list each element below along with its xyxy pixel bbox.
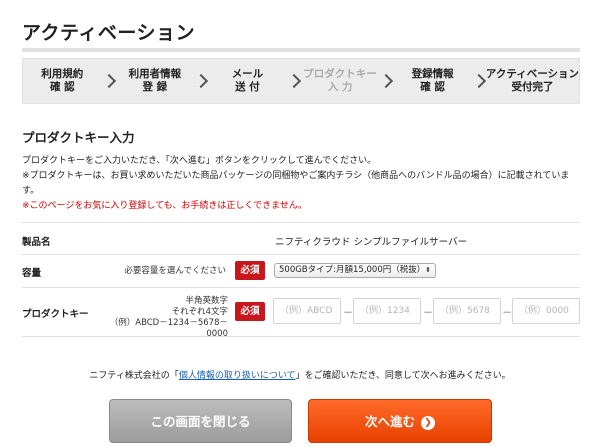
key-input-4[interactable]: （例）0000 [512, 298, 580, 324]
page-title: アクティベーション [22, 22, 196, 44]
arrow-right-circle-icon: ❯ [421, 415, 435, 430]
capacity-label: 容量 [22, 268, 42, 279]
instruction-line: プロダクトキーをご入力いただき、「次へ進む」ボタンをクリックして進んでください。 [22, 156, 377, 166]
privacy-notice: ニフティ株式会社の「個人情報の取り扱いについて」をご確認いただき、同意して次へお… [0, 368, 600, 381]
divider [22, 336, 580, 337]
required-badge: 必須 [235, 302, 265, 321]
chevron-right-icon [379, 73, 394, 89]
product-label: 製品名 [22, 237, 51, 248]
capacity-select[interactable]: 500GBタイプ:月額15,000円（税抜） ⬍ [274, 263, 436, 278]
key-input-2[interactable]: （例）1234 [353, 298, 421, 324]
step-confirm: 登録情報確 認 [411, 68, 454, 93]
chevron-right-icon [101, 73, 116, 89]
instructions: プロダクトキーをご入力いただき、「次へ進む」ボタンをクリックして進んでください。… [22, 154, 582, 214]
warning-text: ※このページをお気に入り登録しても、お手続きは正しくできません。 [22, 201, 307, 211]
step-terms: 利用規約確 認 [41, 68, 84, 93]
divider [22, 287, 580, 288]
capacity-hint: 必要容量を選んでください [124, 266, 226, 276]
key-separator: － [343, 308, 353, 319]
step-user-info: 利用者情報登 録 [128, 68, 182, 93]
title-divider [22, 48, 580, 52]
key-separator: － [502, 308, 512, 319]
divider [22, 222, 580, 223]
chevron-right-icon [286, 73, 301, 89]
close-window-button[interactable]: この画面を閉じる [109, 399, 292, 443]
divider [22, 254, 580, 255]
step-mail: メール送 付 [231, 68, 264, 93]
next-button-label: 次へ進む [364, 414, 415, 429]
key-input-3[interactable]: （例）5678 [433, 298, 501, 324]
progress-steps: 利用規約確 認 利用者情報登 録 メール送 付 プロダクトキー入 力 登録情報確… [22, 58, 580, 104]
privacy-policy-link[interactable]: 個人情報の取り扱いについて [179, 371, 296, 381]
key-input-1[interactable]: （例）ABCD [273, 298, 341, 324]
step-product-key: プロダクトキー入 力 [303, 68, 377, 93]
hint-line: 半角英数字 [185, 296, 228, 306]
dropdown-arrow-icon: ⬍ [425, 266, 431, 274]
key-separator: － [423, 308, 433, 319]
instruction-note: ※プロダクトキーは、お買い求めいただいた商品パッケージの同梱物やご案内チラシ（他… [22, 171, 570, 196]
step-complete: アクティベーション 受付完了 [485, 68, 580, 93]
capacity-selected-value: 500GBタイプ:月額15,000円（税抜） [279, 265, 426, 275]
chevron-right-icon [194, 73, 209, 89]
product-key-label: プロダクトキー [22, 309, 89, 320]
privacy-prefix: ニフティ株式会社の「 [89, 371, 179, 381]
section-title: プロダクトキー入力 [22, 130, 135, 145]
chevron-right-icon [471, 73, 486, 89]
hint-line: それぞれ4文字 [171, 307, 228, 317]
next-button[interactable]: 次へ進む ❯ [308, 399, 492, 443]
required-badge: 必須 [235, 261, 265, 280]
privacy-suffix: 」をご確認いただき、同意して次へお進みください。 [295, 371, 511, 381]
key-format-hint: 半角英数字 それぞれ4文字 （例）ABCD－1234－5678－0000 [100, 296, 228, 340]
product-value: ニフティクラウド シンプルファイルサーバー [275, 237, 468, 248]
close-button-label: この画面を閉じる [150, 414, 251, 429]
